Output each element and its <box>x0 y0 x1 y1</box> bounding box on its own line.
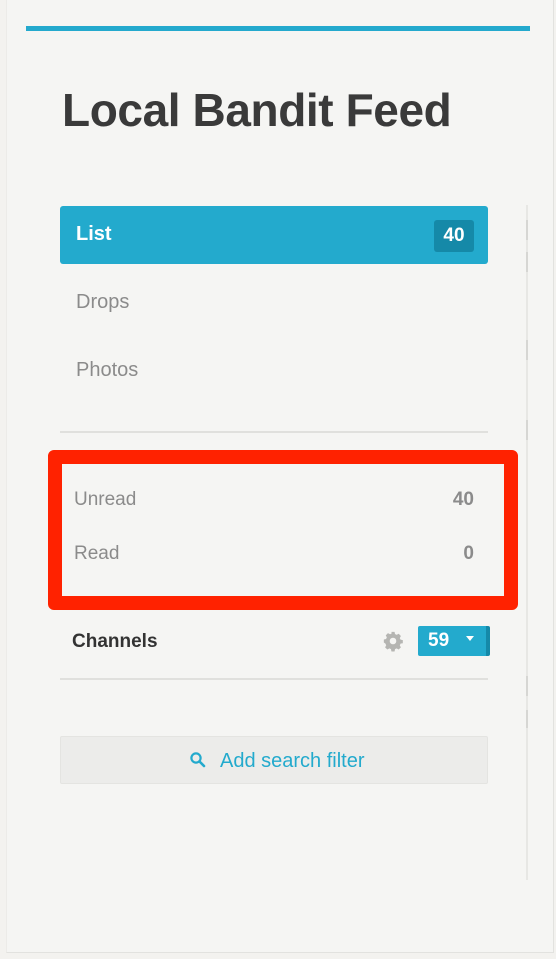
channels-count: 59 <box>428 630 450 651</box>
add-search-filter-label: Add search filter <box>220 750 365 772</box>
nav-item-label: Photos <box>76 359 139 381</box>
channels-dropdown[interactable]: 59 <box>418 626 490 656</box>
caret-down-icon <box>466 636 474 641</box>
add-search-filter-button[interactable]: Add search filter <box>60 736 488 784</box>
edge-marker <box>526 340 528 360</box>
highlight-annotation <box>48 450 518 610</box>
page-title: Local Bandit Feed <box>62 84 452 136</box>
edge-marker <box>526 710 528 728</box>
section-divider <box>60 678 488 680</box>
section-divider <box>60 431 488 433</box>
nav-item-label: Drops <box>76 291 130 313</box>
gear-icon[interactable] <box>382 630 404 652</box>
right-edge-rail <box>526 205 528 880</box>
top-accent-bar <box>26 26 530 31</box>
channels-label: Channels <box>72 631 158 652</box>
nav-item-label: List <box>76 223 112 245</box>
edge-marker <box>526 676 528 696</box>
search-icon <box>189 751 207 769</box>
edge-marker <box>526 252 528 272</box>
nav-item-drops[interactable]: Drops <box>60 274 488 332</box>
edge-marker <box>526 220 528 240</box>
edge-marker <box>526 420 528 440</box>
page: Local Bandit Feed List 40 Drops Photos U… <box>0 0 556 959</box>
count-badge: 40 <box>434 220 474 252</box>
nav-item-photos[interactable]: Photos <box>60 342 488 400</box>
nav-item-list[interactable]: List 40 <box>60 206 488 264</box>
